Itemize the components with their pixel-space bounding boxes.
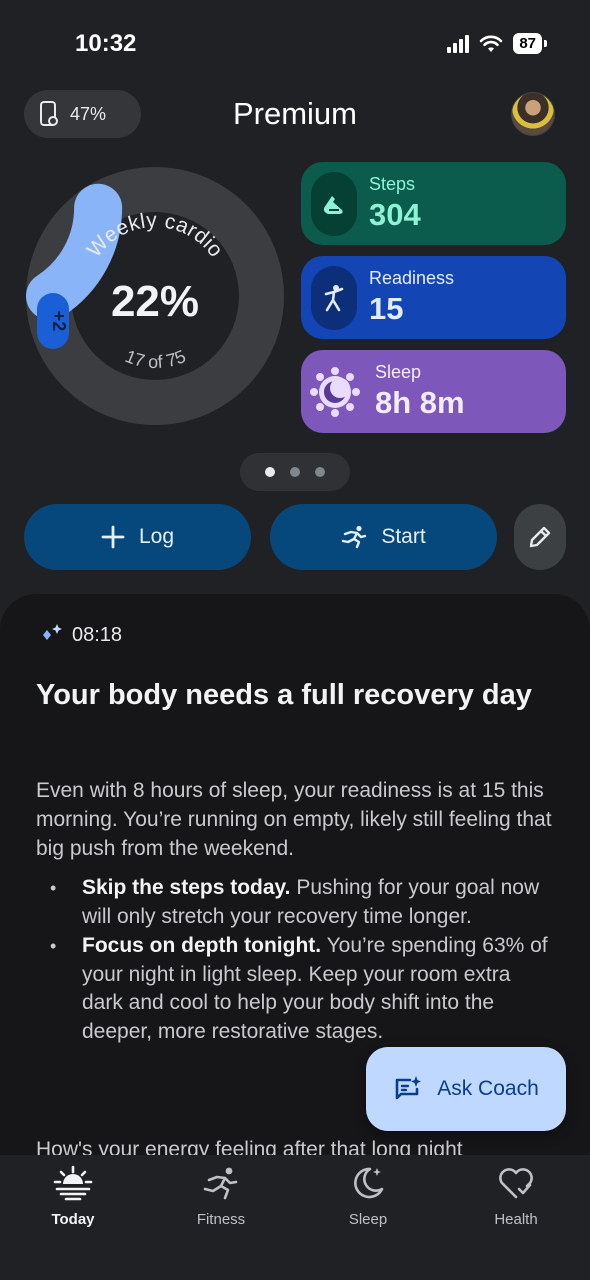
page-indicator[interactable] <box>240 453 350 491</box>
moon-sleep-icon <box>307 360 363 424</box>
sleep-label: Sleep <box>375 362 422 382</box>
nav-fitness[interactable]: Fitness <box>166 1165 276 1228</box>
insight-time-row: 08:18 <box>36 622 122 648</box>
shoe-icon <box>311 171 357 236</box>
readiness-figure-icon <box>311 265 357 330</box>
status-bar: 10:32 87 <box>0 0 590 90</box>
battery-status: 87 <box>513 33 547 54</box>
insight-time: 08:18 <box>72 623 123 646</box>
log-label: Log <box>138 525 175 548</box>
ring-percent: 22% <box>110 277 200 326</box>
start-button[interactable]: Start <box>270 504 497 570</box>
sleep-value: 8h 8m <box>375 385 465 420</box>
log-button[interactable]: Log <box>24 504 251 570</box>
start-label: Start <box>381 525 426 548</box>
list-item: • Skip the steps today. Pushing for your… <box>50 876 540 928</box>
sunrise-icon <box>53 1165 93 1201</box>
nav-sleep-label: Sleep <box>348 1211 388 1228</box>
readiness-value: 15 <box>369 291 404 326</box>
runner-icon <box>203 1167 238 1200</box>
sleep-card[interactable]: Sleep 8h 8m <box>301 350 566 433</box>
heart-check-icon <box>499 1168 533 1199</box>
page-dot[interactable] <box>265 467 275 477</box>
nav-fitness-label: Fitness <box>196 1211 246 1228</box>
sparkle-icon <box>43 624 62 640</box>
insight-bullets: • Skip the steps today. Pushing for your… <box>46 874 556 1047</box>
page-dot[interactable] <box>315 467 325 477</box>
insight-body: Even with 8 hours of sleep, your readine… <box>36 779 552 860</box>
nav-today[interactable]: Today <box>18 1165 128 1228</box>
status-icons: 87 <box>447 33 547 54</box>
runner-icon <box>342 525 367 549</box>
nav-today-label: Today <box>51 1211 95 1228</box>
status-time: 10:32 <box>75 30 137 57</box>
steps-label: Steps <box>369 174 416 194</box>
insight-title: Your body needs a full recovery day <box>36 679 532 711</box>
nav-health[interactable]: Health <box>461 1165 571 1228</box>
plus-icon <box>101 525 125 549</box>
nav-health-label: Health <box>494 1211 538 1228</box>
avatar[interactable] <box>511 92 555 136</box>
ask-coach-button[interactable]: Ask Coach <box>366 1047 566 1131</box>
cellular-signal-icon <box>447 34 470 53</box>
steps-card[interactable]: Steps 304 <box>301 162 566 245</box>
ask-coach-label: Ask Coach <box>437 1077 539 1100</box>
moon-icon <box>354 1167 384 1199</box>
edit-button[interactable] <box>514 504 566 570</box>
nav-sleep[interactable]: Sleep <box>313 1165 423 1228</box>
readiness-label: Readiness <box>369 268 455 288</box>
list-item: • Focus on depth tonight. You’re spendin… <box>50 934 548 1043</box>
pencil-icon <box>529 526 551 548</box>
readiness-card[interactable]: Readiness 15 <box>301 256 566 339</box>
page-title: Premium <box>232 96 357 131</box>
weekly-cardio-ring[interactable]: +2 Weekly cardio 17 of 75 22% <box>24 165 286 427</box>
bullet-heading: Focus on depth tonight. <box>82 934 322 957</box>
wifi-icon <box>480 35 503 52</box>
bullet-heading: Skip the steps today. <box>82 876 291 899</box>
chat-sparkle-icon <box>395 1076 422 1100</box>
bottom-navigation: Today Fitness Sleep Health <box>0 1155 590 1280</box>
page-dot[interactable] <box>290 467 300 477</box>
steps-value: 304 <box>369 197 421 232</box>
